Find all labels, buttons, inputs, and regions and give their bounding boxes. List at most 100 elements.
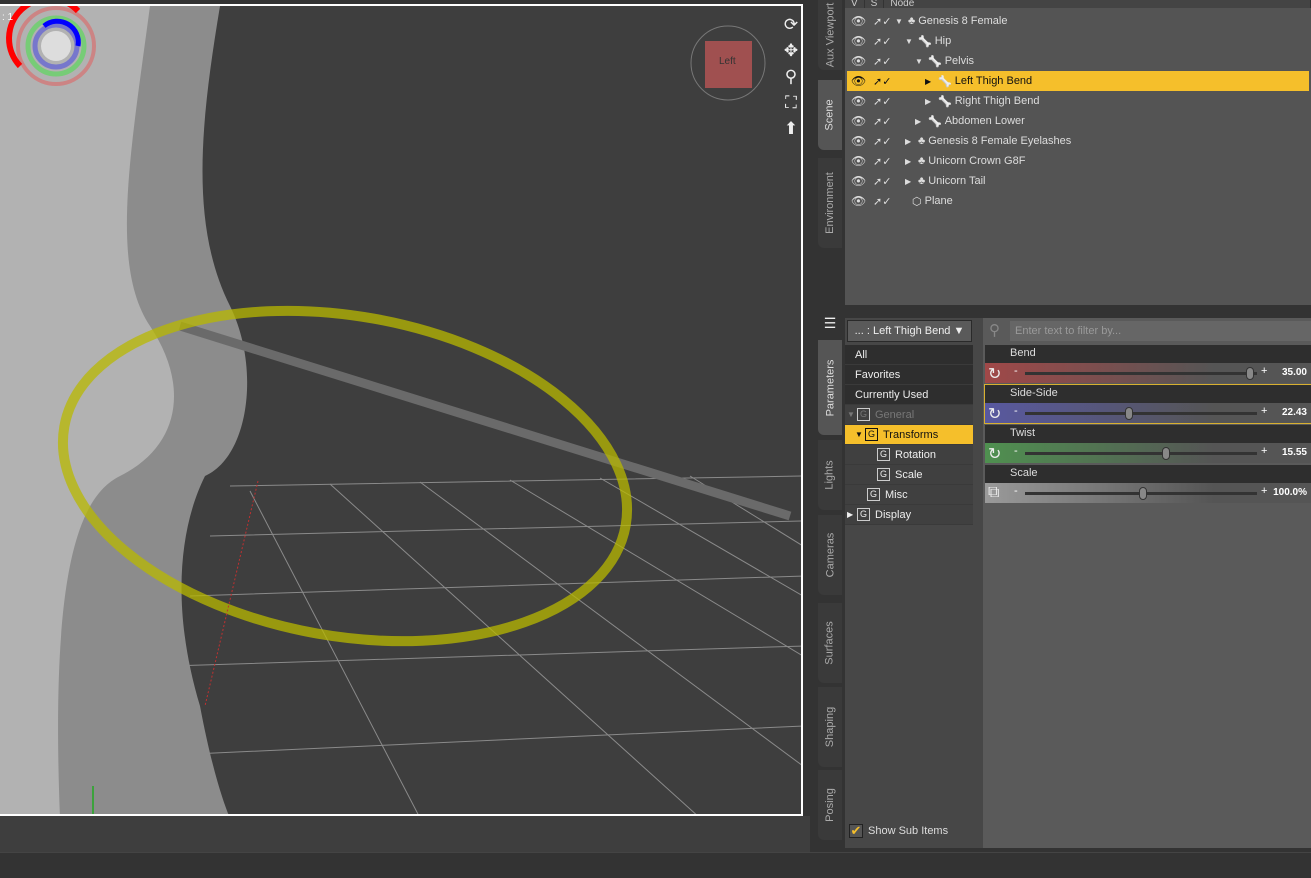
scene-node[interactable]: 👁 ➚✓ ▼ 🦴 Hip (847, 31, 1309, 51)
group-rotation[interactable]: G Rotation (845, 445, 973, 465)
column-selectable[interactable]: S (865, 0, 885, 8)
bone-icon: 🦴 (928, 55, 942, 68)
selectable-pointer-icon[interactable]: ➚✓ (873, 95, 891, 108)
expand-arrow-icon[interactable]: ▼ (895, 17, 905, 26)
visibility-eye-icon[interactable]: 👁 (851, 34, 866, 48)
tab-parameters[interactable]: Parameters (818, 340, 842, 435)
group-general[interactable]: ▼ G General (845, 405, 973, 425)
decrement-button[interactable]: - (1014, 405, 1018, 417)
property-slider-scale[interactable]: Scale ⧉ - + 100.0% (985, 465, 1311, 503)
panel-menu-icon[interactable]: ☰ (818, 315, 842, 335)
viewport-3d[interactable]: : 1 Left ⟳ ✥ ⚲ ⛶ ⬆ (0, 4, 803, 816)
visibility-eye-icon[interactable]: 👁 (851, 134, 866, 148)
group-all[interactable]: All (845, 345, 973, 365)
tab-surfaces[interactable]: Surfaces (818, 603, 842, 683)
slider-knob[interactable] (1246, 367, 1255, 380)
visibility-eye-icon[interactable]: 👁 (851, 114, 866, 128)
scene-node[interactable]: 👁 ➚✓ ▼ ♣ Genesis 8 Female (847, 11, 1309, 31)
scene-header: V S Node (845, 0, 1311, 8)
scene-node[interactable]: 👁 ➚✓ ▶ ♣ Unicorn Tail (847, 171, 1309, 191)
property-label: Twist (1010, 427, 1036, 439)
slider-track[interactable] (1025, 407, 1257, 420)
checkbox-icon[interactable]: ✔ (849, 824, 863, 838)
property-value[interactable]: 100.0% (1273, 487, 1307, 498)
decrement-button[interactable]: - (1014, 445, 1018, 457)
scene-node[interactable]: 👁 ➚✓ ▶ 🦴 Left Thigh Bend (847, 71, 1309, 91)
search-icon[interactable]: ⚲ (989, 321, 1000, 339)
slider-knob[interactable] (1161, 447, 1170, 460)
expand-arrow-icon[interactable]: ▶ (925, 77, 935, 86)
tab-shaping[interactable]: Shaping (818, 687, 842, 767)
tab-aux-viewport[interactable]: Aux Viewport (818, 0, 842, 70)
frame-icon[interactable]: ⛶ (780, 90, 801, 116)
expand-arrow-icon[interactable]: ▶ (925, 97, 935, 106)
scene-node[interactable]: 👁 ➚✓ ▶ 🦴 Abdomen Lower (847, 111, 1309, 131)
visibility-eye-icon[interactable]: 👁 (851, 194, 866, 208)
orbit-icon[interactable]: ⟳ (780, 12, 801, 38)
tab-lights[interactable]: Lights (818, 440, 842, 510)
filter-input[interactable]: Enter text to filter by... (1010, 321, 1311, 341)
reset-icon[interactable]: ⬆ (780, 116, 801, 142)
scene-node[interactable]: 👁 ➚✓ ▶ ♣ Genesis 8 Female Eyelashes (847, 131, 1309, 151)
property-value[interactable]: 35.00 (1282, 367, 1307, 378)
property-slider-twist[interactable]: Twist ↻ - + 15.55 (985, 425, 1311, 463)
decrement-button[interactable]: - (1014, 365, 1018, 377)
group-scale[interactable]: G Scale (845, 465, 973, 485)
visibility-eye-icon[interactable]: 👁 (851, 174, 866, 188)
column-node[interactable]: Node (884, 0, 1311, 8)
selectable-pointer-icon[interactable]: ➚✓ (873, 15, 891, 28)
zoom-icon[interactable]: ⚲ (780, 64, 801, 90)
selectable-pointer-icon[interactable]: ➚✓ (873, 75, 891, 88)
selectable-pointer-icon[interactable]: ➚✓ (873, 175, 891, 188)
property-slider-side-side[interactable]: Side-Side ↻ - + 22.43 (984, 384, 1311, 424)
expand-arrow-icon[interactable]: ▶ (915, 117, 925, 126)
selectable-pointer-icon[interactable]: ➚✓ (873, 155, 891, 168)
scene-node[interactable]: 👁 ➚✓ ▼ 🦴 Pelvis (847, 51, 1309, 71)
tab-cameras[interactable]: Cameras (818, 515, 842, 595)
slider-knob[interactable] (1125, 407, 1134, 420)
group-display[interactable]: ▶ G Display (845, 505, 973, 525)
selectable-pointer-icon[interactable]: ➚✓ (873, 35, 891, 48)
scene-node[interactable]: 👁 ➚✓ ▶ ♣ Unicorn Crown G8F (847, 151, 1309, 171)
expand-arrow-icon[interactable]: ▶ (905, 177, 915, 186)
selectable-pointer-icon[interactable]: ➚✓ (873, 115, 891, 128)
group-misc[interactable]: G Misc (845, 485, 973, 505)
visibility-eye-icon[interactable]: 👁 (851, 74, 866, 88)
selectable-pointer-icon[interactable]: ➚✓ (873, 195, 891, 208)
tab-posing[interactable]: Posing (818, 770, 842, 840)
group-currently-used[interactable]: Currently Used (845, 385, 973, 405)
expand-arrow-icon[interactable]: ▼ (905, 37, 915, 46)
pan-icon[interactable]: ✥ (780, 38, 801, 64)
visibility-eye-icon[interactable]: 👁 (851, 54, 866, 68)
slider-track[interactable] (1025, 487, 1257, 500)
visibility-eye-icon[interactable]: 👁 (851, 94, 866, 108)
slider-track[interactable] (1025, 447, 1257, 460)
decrement-button[interactable]: - (1014, 485, 1018, 497)
tab-environment[interactable]: Environment (818, 158, 842, 248)
increment-button[interactable]: + (1261, 445, 1267, 457)
increment-button[interactable]: + (1261, 365, 1267, 377)
increment-button[interactable]: + (1261, 405, 1267, 417)
slider-knob[interactable] (1139, 487, 1147, 500)
selectable-pointer-icon[interactable]: ➚✓ (873, 55, 891, 68)
column-visible[interactable]: V (845, 0, 865, 8)
group-favorites[interactable]: Favorites (845, 365, 973, 385)
scene-node[interactable]: 👁 ➚✓ ▶ 🦴 Right Thigh Bend (847, 91, 1309, 111)
show-sub-items-checkbox[interactable]: ✔ Show Sub Items (849, 824, 948, 838)
scene-panel: V S Node 👁 ➚✓ ▼ ♣ Genesis 8 Female 👁 ➚✓ ▼… (845, 0, 1311, 305)
tab-scene[interactable]: Scene (818, 80, 842, 150)
visibility-eye-icon[interactable]: 👁 (851, 14, 866, 28)
increment-button[interactable]: + (1261, 485, 1267, 497)
expand-arrow-icon[interactable]: ▼ (915, 57, 925, 66)
property-value[interactable]: 22.43 (1282, 407, 1307, 418)
group-transforms[interactable]: ▼ G Transforms (845, 425, 973, 445)
expand-arrow-icon[interactable]: ▶ (905, 157, 915, 166)
node-selector[interactable]: ... : Left Thigh Bend ▼ (847, 320, 972, 342)
visibility-eye-icon[interactable]: 👁 (851, 154, 866, 168)
slider-track[interactable] (1025, 367, 1257, 380)
property-slider-bend[interactable]: Bend ↻ - + 35.00 (985, 345, 1311, 383)
property-value[interactable]: 15.55 (1282, 447, 1307, 458)
scene-node[interactable]: 👁 ➚✓ ⬡ Plane (847, 191, 1309, 211)
expand-arrow-icon[interactable]: ▶ (905, 137, 915, 146)
selectable-pointer-icon[interactable]: ➚✓ (873, 135, 891, 148)
